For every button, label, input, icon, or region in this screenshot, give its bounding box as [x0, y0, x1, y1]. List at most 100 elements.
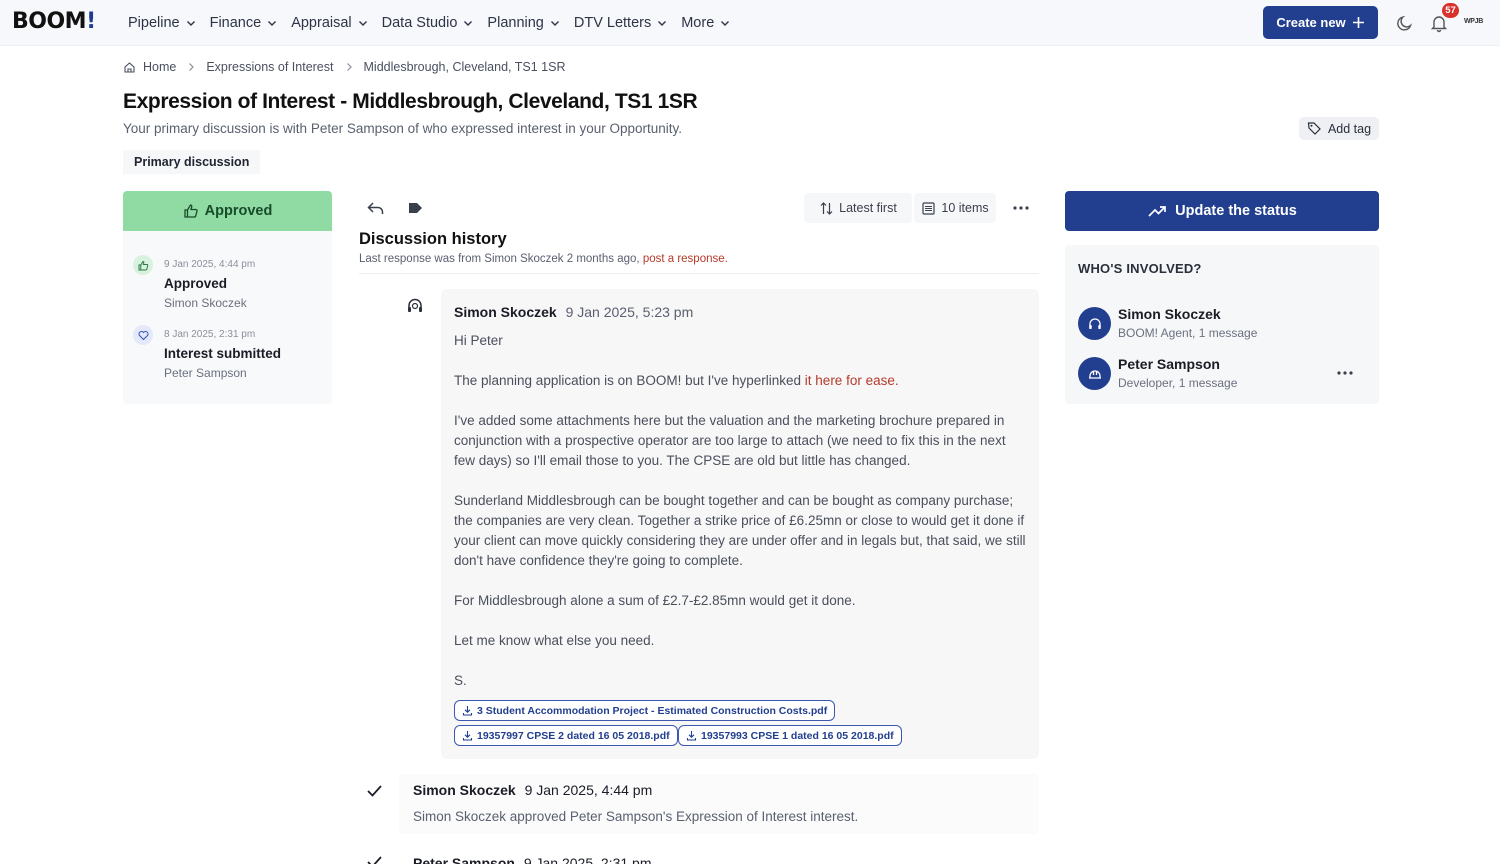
- post-response-link[interactable]: post a response.: [643, 253, 728, 265]
- plus-icon: [1352, 17, 1364, 28]
- nav-item-label: Data Studio: [381, 15, 458, 31]
- chevron-down-icon: [186, 21, 195, 26]
- message-body: Hi Peter The planning application is on …: [454, 331, 1026, 711]
- agent-avatar: [1078, 307, 1111, 340]
- timeline-title: Interest submitted: [164, 346, 282, 361]
- attachment-name: 3 Student Accommodation Project - Estima…: [477, 704, 828, 717]
- discussion-subtitle: Last response was from Simon Skoczek 2 m…: [359, 253, 728, 265]
- message-header: Simon Skoczek 9 Jan 2025, 5:23 pm: [454, 304, 693, 320]
- main-menu: Pipeline Finance Appraisal Data Studio P…: [128, 0, 744, 46]
- tab-primary-discussion[interactable]: Primary discussion: [123, 150, 261, 174]
- add-tag-label: Add tag: [1327, 121, 1372, 136]
- nav-item-more[interactable]: More: [681, 15, 732, 31]
- thumbs-up-icon: [133, 255, 153, 275]
- event-header: Simon Skoczek 9 Jan 2025, 4:44 pm: [413, 782, 652, 798]
- event-author: Simon Skoczek: [413, 782, 516, 798]
- chevron-down-icon: [658, 21, 667, 26]
- check-icon: [367, 785, 382, 797]
- chevron-down-icon: [268, 21, 277, 26]
- developer-avatar: [1078, 357, 1111, 390]
- person-role: BOOM! Agent, 1 message: [1118, 326, 1258, 340]
- nav-item-label: DTV Letters: [573, 15, 652, 31]
- breadcrumb: Home Expressions of Interest Middlesbrou…: [123, 60, 565, 74]
- thumbs-up-icon: [184, 204, 198, 218]
- items-count-button[interactable]: 10 items: [914, 193, 996, 223]
- timeline-user: Peter Sampson: [164, 366, 247, 380]
- status-panel: Approved 9 Jan 2025, 4:44 pm Approved Si…: [123, 191, 332, 404]
- event-card: Simon Skoczek 9 Jan 2025, 4:44 pm Simon …: [399, 774, 1039, 834]
- nav-item-label: Planning: [487, 15, 544, 31]
- event-date: 9 Jan 2025, 2:31 pm: [523, 855, 652, 864]
- attachment-link[interactable]: 19357997 CPSE 2 dated 16 05 2018.pdf: [454, 725, 678, 746]
- heart-icon: [133, 325, 153, 345]
- chevron-down-icon: [721, 21, 730, 26]
- reply-icon[interactable]: [366, 199, 385, 218]
- timeline-date: 9 Jan 2025, 4:44 pm: [164, 259, 256, 270]
- label-tag-icon[interactable]: [406, 199, 424, 217]
- sort-label: Latest first: [839, 201, 897, 215]
- event-author: Peter Sampson: [413, 855, 515, 864]
- trending-up-icon: [1148, 206, 1167, 217]
- attachment-link[interactable]: 3 Student Accommodation Project - Estima…: [454, 700, 836, 721]
- event-text: Simon Skoczek approved Peter Sampson's E…: [413, 809, 859, 824]
- page-title: Expression of Interest - Middlesbrough, …: [123, 90, 698, 113]
- more-options-icon[interactable]: [1335, 365, 1355, 381]
- list-icon: [922, 201, 935, 215]
- add-tag-button[interactable]: Add tag: [1299, 117, 1379, 140]
- check-icon: [367, 856, 382, 864]
- message-card: Simon Skoczek 9 Jan 2025, 5:23 pm Hi Pet…: [441, 289, 1039, 759]
- page-subtitle: Your primary discussion is with Peter Sa…: [123, 121, 683, 136]
- planning-application-link[interactable]: it here for ease.: [805, 373, 899, 388]
- update-status-label: Update the status: [1175, 203, 1297, 219]
- more-options-icon[interactable]: [1011, 199, 1031, 217]
- sort-button[interactable]: Latest first: [804, 193, 912, 223]
- status-approved-button[interactable]: Approved: [123, 191, 332, 231]
- nav-item-label: More: [681, 15, 715, 31]
- nav-item-pipeline[interactable]: Pipeline: [128, 15, 198, 31]
- nav-item-data-studio[interactable]: Data Studio: [382, 15, 476, 31]
- download-icon: [686, 731, 697, 741]
- breadcrumb-expressions[interactable]: Expressions of Interest: [206, 60, 333, 74]
- user-logo[interactable]: WPJB: [1464, 18, 1483, 25]
- headset-icon: [1088, 317, 1101, 329]
- person-item[interactable]: Simon Skoczek BOOM! Agent, 1 message: [1078, 306, 1368, 342]
- message-greeting: Hi Peter: [454, 333, 503, 348]
- breadcrumb-home[interactable]: Home: [143, 60, 176, 74]
- notification-count-badge: 57: [1442, 3, 1459, 18]
- whos-involved-panel: WHO'S INVOLVED? Simon Skoczek BOOM! Agen…: [1065, 245, 1379, 404]
- boom-logo[interactable]: BOOM!: [12, 9, 96, 34]
- chevron-right-icon: [189, 63, 195, 71]
- nav-item-dtv-letters[interactable]: DTV Letters: [574, 15, 669, 31]
- message-text: The planning application is on BOOM! but…: [454, 373, 802, 388]
- message-paragraph: I've added some attachments here but the…: [454, 413, 1006, 468]
- agent-headset-icon: [408, 298, 422, 312]
- event-date: 9 Jan 2025, 4:44 pm: [524, 782, 653, 798]
- person-role: Developer, 1 message: [1118, 376, 1238, 390]
- update-status-button[interactable]: Update the status: [1065, 191, 1379, 231]
- message-paragraph: For Middlesbrough alone a sum of £2.7-£2…: [454, 593, 856, 608]
- create-new-button[interactable]: Create new: [1263, 6, 1378, 39]
- nav-item-label: Pipeline: [128, 15, 180, 31]
- top-nav: BOOM! Pipeline Finance Appraisal Data St…: [0, 0, 1500, 46]
- timeline-date: 8 Jan 2025, 2:31 pm: [164, 329, 256, 340]
- status-label: Approved: [204, 203, 273, 219]
- message-signoff: S.: [454, 673, 467, 688]
- person-item[interactable]: Peter Sampson Developer, 1 message: [1078, 356, 1368, 392]
- attachment-link[interactable]: 19357993 CPSE 1 dated 16 05 2018.pdf: [678, 725, 902, 746]
- message-date: 9 Jan 2025, 5:23 pm: [565, 304, 694, 320]
- nav-item-appraisal[interactable]: Appraisal: [291, 15, 369, 31]
- timeline-user: Simon Skoczek: [164, 296, 247, 310]
- tag-icon: [1307, 122, 1321, 135]
- timeline-title: Approved: [164, 276, 228, 291]
- nav-item-label: Finance: [209, 15, 262, 31]
- last-response-text: Last response was from Simon Skoczek 2 m…: [359, 253, 640, 265]
- hard-hat-icon: [1088, 369, 1101, 379]
- person-name: Simon Skoczek: [1118, 306, 1221, 322]
- nav-item-finance[interactable]: Finance: [210, 15, 280, 31]
- nav-item-planning[interactable]: Planning: [487, 15, 561, 31]
- chevron-down-icon: [358, 21, 367, 26]
- sort-arrows-icon: [820, 201, 833, 215]
- chevron-down-icon: [464, 21, 473, 26]
- dark-mode-toggle-icon[interactable]: [1395, 13, 1415, 33]
- home-icon: [124, 61, 135, 73]
